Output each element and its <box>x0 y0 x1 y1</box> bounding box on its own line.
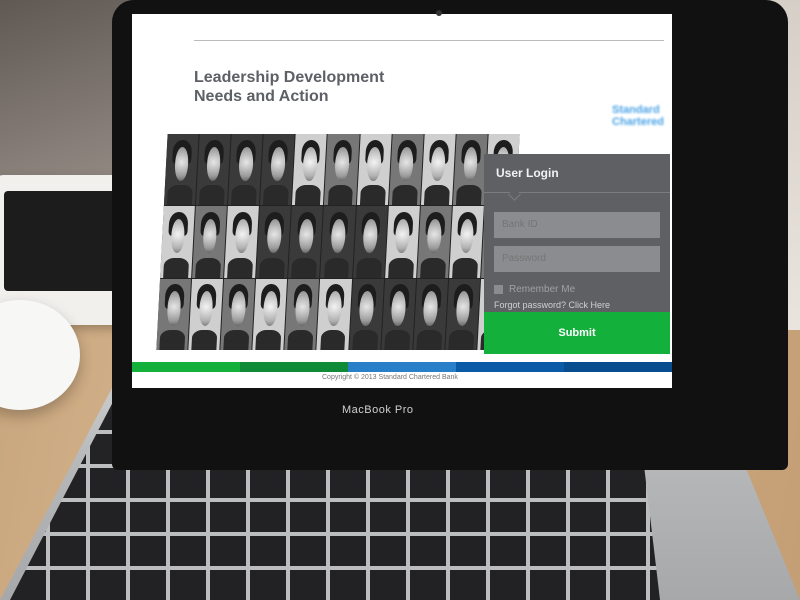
person-photo <box>352 206 388 278</box>
person-photo <box>384 206 420 278</box>
person-photo <box>413 278 448 350</box>
person-photo <box>260 134 296 206</box>
person-photo <box>220 278 256 350</box>
person-photo <box>356 134 392 206</box>
person-photo <box>416 206 452 278</box>
person-photo <box>288 206 324 278</box>
stripe-segment <box>348 362 456 372</box>
person-photo <box>156 278 192 350</box>
login-header: User Login <box>484 154 670 201</box>
device-label: MacBook Pro <box>342 404 414 416</box>
login-title: User Login <box>496 166 559 180</box>
password-field[interactable] <box>494 246 660 272</box>
person-photo <box>228 134 263 206</box>
people-photo-grid <box>156 134 520 350</box>
brand-stripe <box>132 362 672 372</box>
bank-id-field[interactable] <box>494 212 660 238</box>
title-divider <box>194 40 664 41</box>
person-photo <box>284 278 320 350</box>
person-photo <box>388 134 424 206</box>
page-title: Leadership Development Needs and Action <box>194 68 454 106</box>
forgot-password-link[interactable]: Forgot password? Click Here <box>494 300 610 310</box>
person-photo <box>163 134 199 206</box>
bank-logo-text: Standard Chartered <box>612 104 664 128</box>
remember-me[interactable]: Remember Me <box>494 284 575 295</box>
person-photo <box>448 206 484 278</box>
person-photo <box>452 134 488 206</box>
submit-button[interactable]: Submit <box>484 312 670 354</box>
person-photo <box>196 134 231 206</box>
stripe-segment <box>564 362 672 372</box>
person-photo <box>320 206 356 278</box>
person-photo <box>256 206 292 278</box>
login-panel: User Login Remember Me Forgot password? … <box>484 154 670 354</box>
person-photo <box>380 278 416 350</box>
person-photo <box>445 278 480 350</box>
screen: Leadership Development Needs and Action … <box>132 14 672 388</box>
remember-me-checkbox[interactable] <box>494 285 503 294</box>
person-photo <box>420 134 456 206</box>
page-title-line1: Leadership Development <box>194 69 385 86</box>
person-photo <box>224 206 260 278</box>
person-photo <box>160 206 195 278</box>
caret-icon <box>508 188 521 201</box>
person-photo <box>324 134 360 206</box>
stripe-segment <box>132 362 240 372</box>
person-photo <box>292 134 328 206</box>
page-title-line2: Needs and Action <box>194 88 329 105</box>
person-photo <box>192 206 228 278</box>
person-photo <box>316 278 352 350</box>
person-photo <box>252 278 288 350</box>
stripe-segment <box>240 362 348 372</box>
stripe-segment <box>456 362 564 372</box>
camera-icon <box>436 10 442 16</box>
person-photo <box>348 278 384 350</box>
remember-me-label: Remember Me <box>509 284 576 295</box>
copyright-text: Copyright © 2013 Standard Chartered Bank <box>322 374 458 381</box>
person-photo <box>188 278 224 350</box>
bank-logo: Standard Chartered <box>612 98 672 142</box>
